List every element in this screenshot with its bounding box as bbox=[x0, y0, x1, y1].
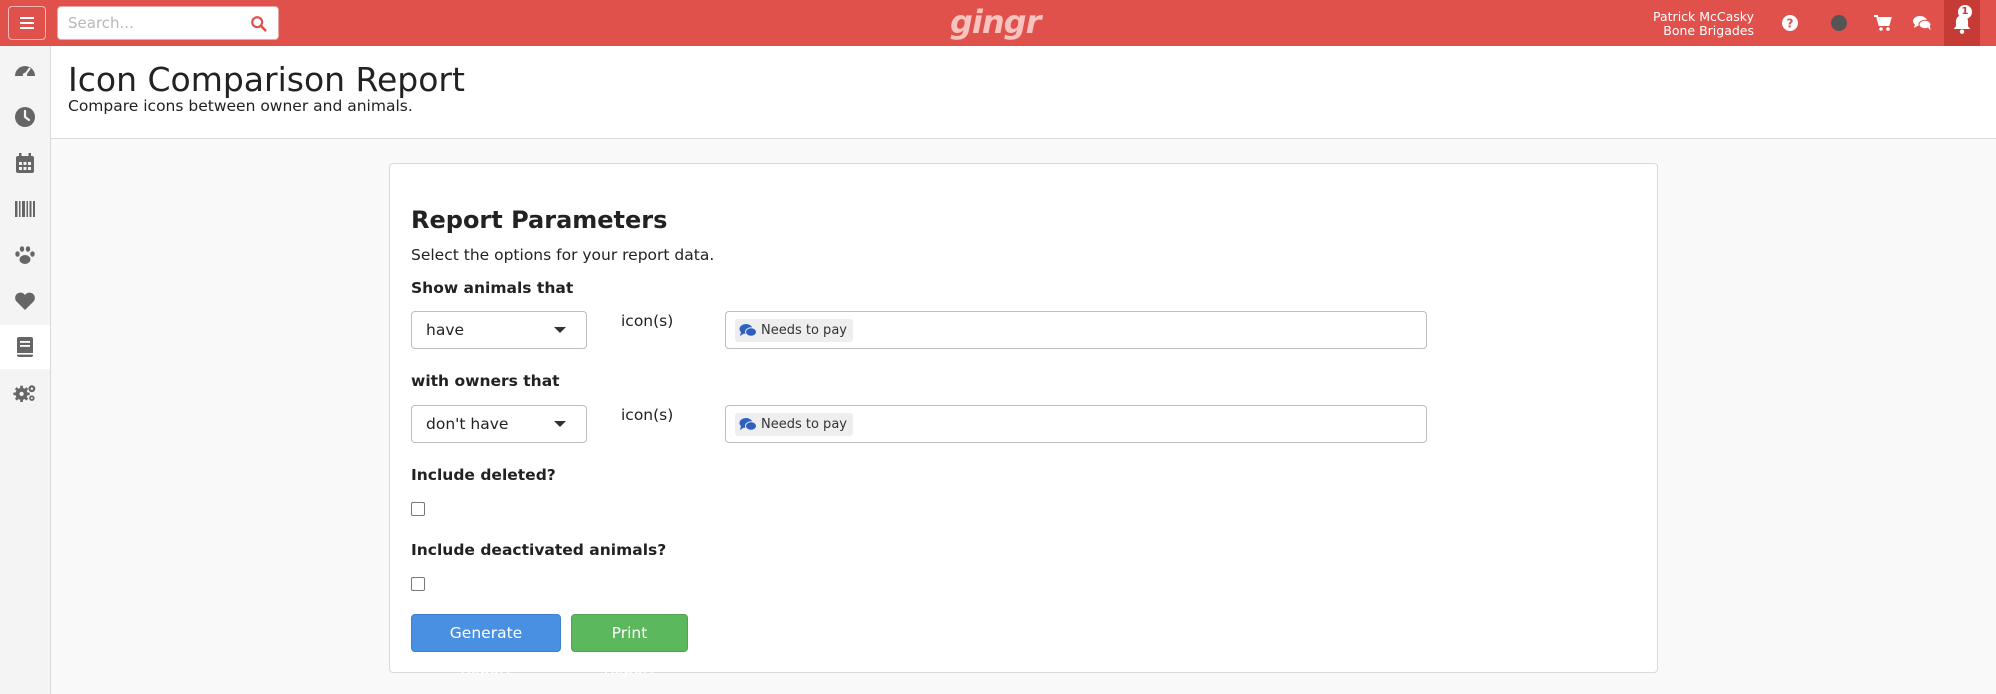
owners-condition-value: don't have bbox=[426, 415, 509, 433]
sidebar-item-calendar[interactable] bbox=[0, 141, 50, 185]
page-header: Icon Comparison Report Compare icons bet… bbox=[51, 46, 1996, 139]
user-info[interactable]: Patrick McCasky Bone Brigades bbox=[1653, 10, 1754, 38]
sidebar bbox=[0, 46, 51, 694]
chat-bubbles-icon bbox=[739, 323, 757, 337]
animals-icons-select[interactable]: Needs to pay bbox=[725, 311, 1427, 349]
include-deactivated-checkbox[interactable] bbox=[411, 577, 425, 591]
animals-condition-label: Show animals that bbox=[411, 279, 574, 297]
status-icon[interactable] bbox=[1831, 15, 1847, 31]
owners-icon-tag[interactable]: Needs to pay bbox=[735, 413, 853, 436]
chat-bubbles-icon bbox=[739, 417, 757, 431]
calendar-icon bbox=[16, 153, 34, 173]
paw-icon bbox=[15, 246, 35, 264]
sidebar-item-animals[interactable] bbox=[0, 233, 50, 277]
include-deactivated-label: Include deactivated animals? bbox=[411, 541, 667, 559]
notification-count-badge: 1 bbox=[1958, 5, 1972, 19]
include-deleted-label: Include deleted? bbox=[411, 466, 556, 484]
gingr-logo[interactable]: gingr bbox=[950, 2, 1041, 42]
heart-icon bbox=[15, 292, 35, 310]
animals-condition-value: have bbox=[426, 321, 465, 339]
owners-condition-select[interactable]: don't have bbox=[411, 405, 587, 443]
dashboard-gauge-icon bbox=[15, 66, 35, 78]
sidebar-item-dashboard[interactable] bbox=[0, 49, 50, 93]
sidebar-item-reports[interactable] bbox=[0, 325, 50, 369]
search-icon[interactable] bbox=[250, 15, 268, 33]
clock-icon bbox=[15, 107, 35, 127]
top-navbar: gingr Patrick McCasky Bone Brigades ? 1 bbox=[0, 0, 1996, 46]
animals-icon-tag-label: Needs to pay bbox=[761, 323, 847, 338]
generate-report-button[interactable]: Generate Report bbox=[411, 614, 561, 678]
barcode-icon bbox=[15, 201, 35, 217]
animals-icons-label: icon(s) bbox=[621, 312, 674, 330]
help-icon[interactable]: ? bbox=[1780, 13, 1800, 33]
settings-gears-icon bbox=[13, 385, 36, 402]
report-parameters-heading: Report Parameters bbox=[411, 206, 668, 234]
menu-icon bbox=[20, 17, 34, 19]
include-deleted-checkbox[interactable] bbox=[411, 502, 425, 516]
search-box bbox=[57, 6, 279, 40]
owners-icons-label: icon(s) bbox=[621, 406, 674, 424]
chevron-down-icon bbox=[554, 421, 566, 427]
book-icon bbox=[17, 337, 33, 357]
sidebar-item-settings[interactable] bbox=[0, 371, 50, 415]
page-title: Icon Comparison Report bbox=[68, 60, 465, 99]
sidebar-item-favorites[interactable] bbox=[0, 279, 50, 323]
animals-icon-tag[interactable]: Needs to pay bbox=[735, 319, 853, 342]
print-report-button[interactable]: Print Report bbox=[571, 614, 688, 678]
page-subtitle: Compare icons between owner and animals. bbox=[68, 97, 413, 115]
owners-icon-tag-label: Needs to pay bbox=[761, 417, 847, 432]
animals-condition-select[interactable]: have bbox=[411, 311, 587, 349]
owners-condition-label: with owners that bbox=[411, 372, 560, 390]
user-name: Patrick McCasky bbox=[1653, 9, 1754, 24]
owners-icons-select[interactable]: Needs to pay bbox=[725, 405, 1427, 443]
report-description: Select the options for your report data. bbox=[411, 246, 715, 264]
svg-text:?: ? bbox=[1787, 17, 1794, 31]
cart-icon[interactable] bbox=[1873, 13, 1893, 33]
report-parameters-card: Report Parameters Select the options for… bbox=[389, 163, 1658, 678]
sidebar-item-checkin[interactable] bbox=[0, 187, 50, 231]
chevron-down-icon bbox=[554, 327, 566, 333]
sidebar-item-history[interactable] bbox=[0, 95, 50, 139]
user-organization: Bone Brigades bbox=[1663, 23, 1754, 38]
chat-icon[interactable] bbox=[1912, 13, 1932, 33]
search-input[interactable] bbox=[66, 7, 246, 39]
menu-toggle-button[interactable] bbox=[8, 6, 46, 40]
